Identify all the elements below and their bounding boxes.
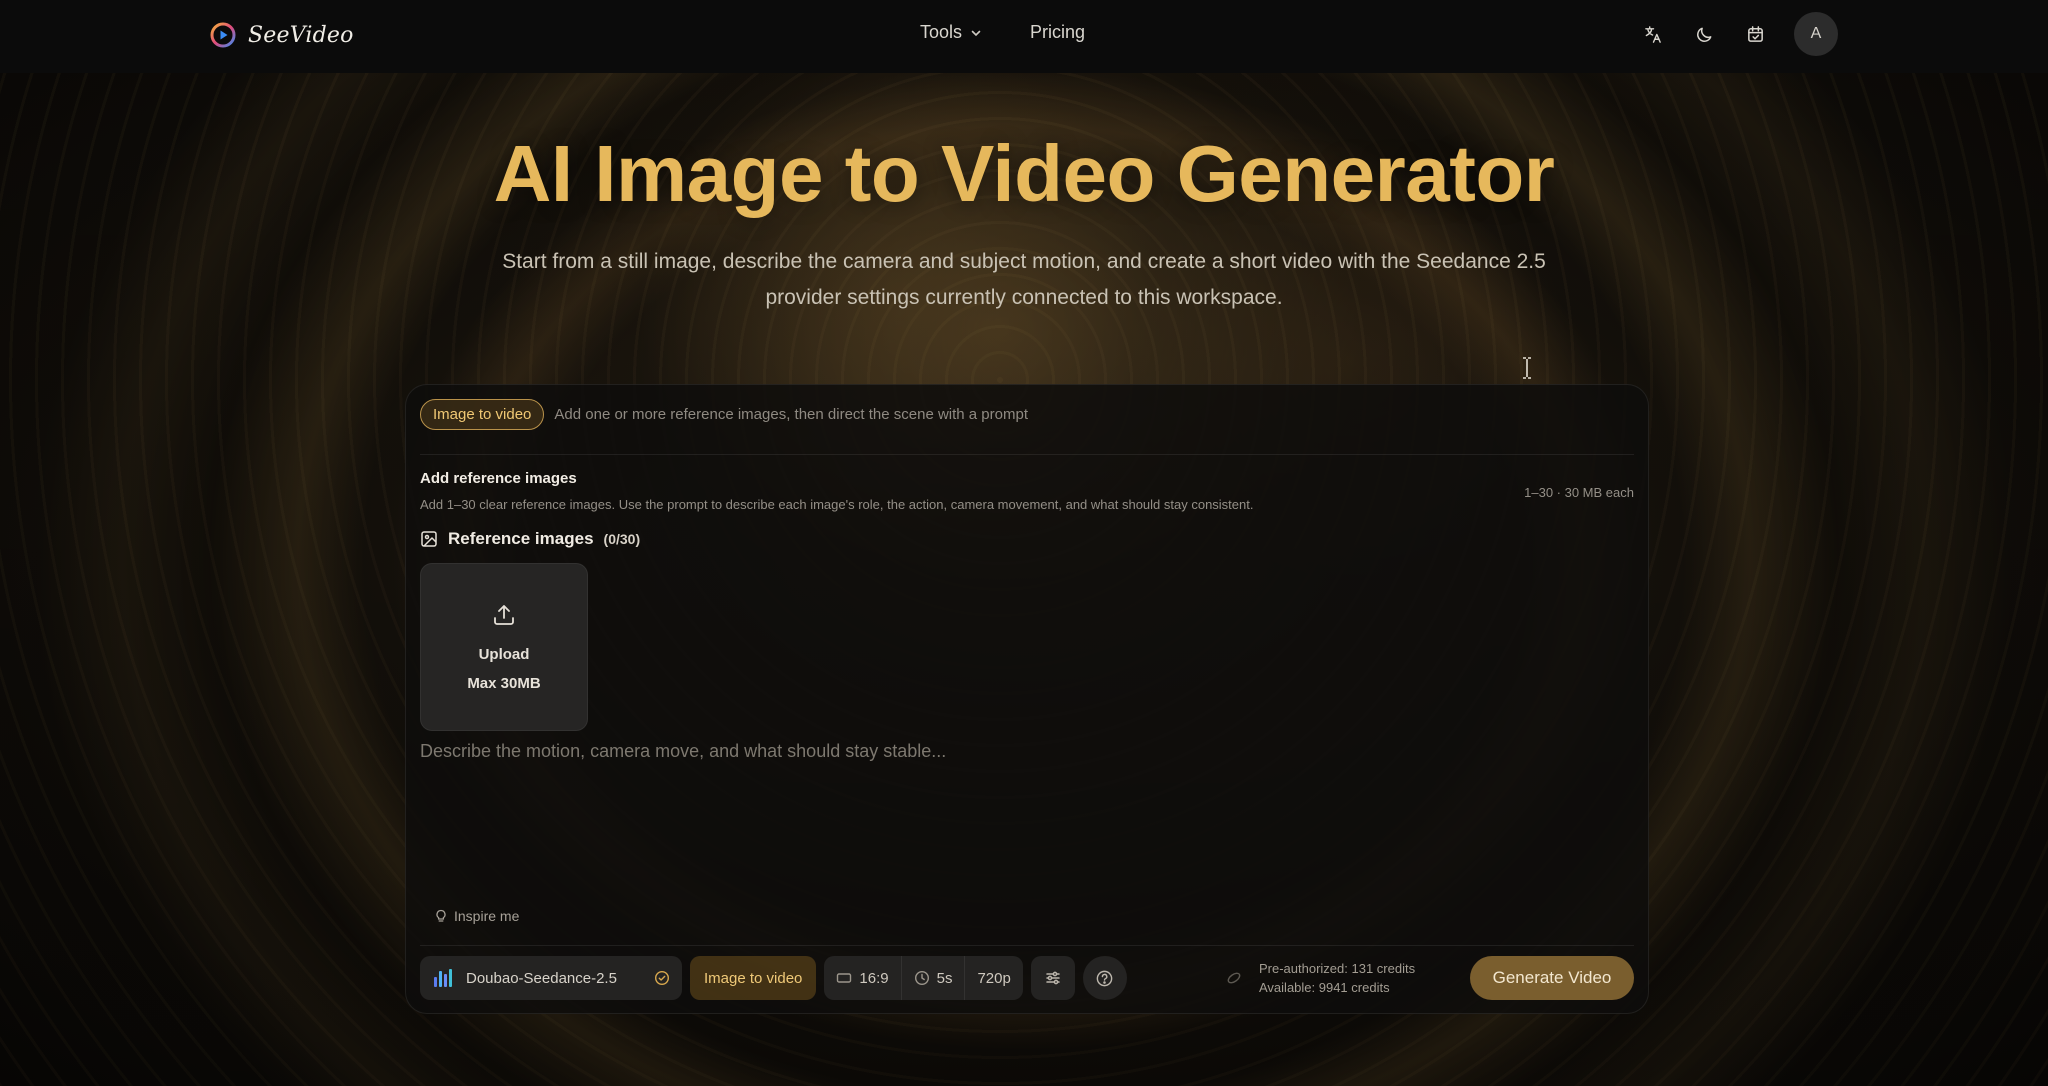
avatar-initial: A — [1810, 25, 1822, 42]
upload-icon — [494, 605, 514, 625]
mode-badge[interactable]: Image to video — [420, 399, 545, 430]
preauthorized-credits: Pre-authorized: 131 credits — [1259, 961, 1416, 976]
user-avatar[interactable]: A — [1794, 12, 1838, 56]
translate-icon[interactable] — [1641, 22, 1666, 47]
inspire-me-label: Inspire me — [454, 908, 520, 924]
model-selector[interactable]: Doubao-Seedance-2.5 — [420, 956, 682, 1000]
main-nav: Tools Pricing — [920, 22, 1085, 43]
clock-icon — [914, 970, 929, 986]
divider — [420, 454, 1634, 455]
duration-selector[interactable]: 5s — [900, 956, 965, 1000]
upload-label: Upload — [478, 646, 530, 663]
nav-tools-label: Tools — [920, 22, 963, 42]
reference-images-heading: Reference images (0/30) — [420, 529, 640, 549]
upload-max-size: Max 30MB — [467, 675, 541, 692]
credits-info: Pre-authorized: 131 credits Available: 9… — [1225, 956, 1415, 1000]
video-settings-group: 16:9 5s 720p — [824, 956, 1023, 1000]
mode-header: Image to video Add one or more reference… — [420, 399, 1028, 430]
lightbulb-icon — [436, 909, 446, 922]
mode-selector[interactable]: Image to video — [690, 956, 817, 1000]
reference-section-description: Add 1–30 clear reference images. Use the… — [420, 497, 1254, 512]
aspect-ratio-value: 16:9 — [859, 969, 889, 987]
mode-description: Add one or more reference images, then d… — [554, 406, 1028, 423]
aspect-ratio-selector[interactable]: 16:9 — [824, 956, 900, 1000]
brand-name: SeeVideo — [248, 22, 354, 48]
chevron-down-icon — [971, 30, 981, 36]
moon-icon[interactable] — [1692, 22, 1717, 47]
generate-video-button[interactable]: Generate Video — [1470, 956, 1634, 1000]
help-button[interactable] — [1082, 956, 1127, 1000]
divider — [420, 945, 1634, 946]
reference-section-title: Add reference images — [420, 470, 577, 487]
reference-images-label: Reference images — [448, 529, 594, 548]
check-circle-icon — [654, 970, 670, 986]
resolution-selector[interactable]: 720p — [964, 956, 1022, 1000]
image-icon — [421, 531, 437, 547]
duration-value: 5s — [936, 969, 953, 987]
coins-icon — [1227, 972, 1241, 984]
advanced-settings-button[interactable] — [1030, 956, 1075, 1000]
question-circle-icon — [1096, 970, 1113, 986]
aspect-ratio-icon — [837, 973, 852, 983]
resolution-value: 720p — [977, 969, 1011, 987]
nav-tools[interactable]: Tools — [920, 22, 982, 43]
nav-pricing-label: Pricing — [1030, 22, 1086, 42]
model-name: Doubao-Seedance-2.5 — [466, 969, 617, 987]
reference-images-count: (0/30) — [603, 531, 641, 547]
prompt-input[interactable] — [420, 727, 1630, 877]
upload-dropzone[interactable]: Upload Max 30MB — [420, 563, 588, 731]
header-actions: A — [1641, 12, 1838, 56]
nav-pricing[interactable]: Pricing — [1030, 22, 1085, 43]
page-title: AI Image to Video Generator — [493, 129, 1555, 218]
generation-toolbar: Doubao-Seedance-2.5 Image to video 16:9 … — [420, 956, 1127, 1000]
sliders-icon — [1046, 971, 1060, 985]
top-navbar: SeeVideo Tools Pricing A — [0, 0, 2048, 73]
available-credits: Available: 9941 credits — [1259, 980, 1390, 995]
text-cursor-icon — [1523, 357, 1531, 379]
brand-logo[interactable]: SeeVideo — [210, 22, 354, 48]
play-circle-logo-icon — [210, 22, 236, 48]
reference-limit: 1–30 · 30 MB each — [1524, 485, 1634, 500]
credits-text: Pre-authorized: 131 credits Available: 9… — [1259, 959, 1415, 997]
calendar-icon[interactable] — [1743, 22, 1768, 47]
page-subtitle: Start from a still image, describe the c… — [502, 250, 1546, 309]
generator-panel: Image to video Add one or more reference… — [405, 384, 1649, 1014]
inspire-me-button[interactable]: Inspire me — [434, 908, 519, 924]
model-bars-icon — [434, 969, 452, 987]
